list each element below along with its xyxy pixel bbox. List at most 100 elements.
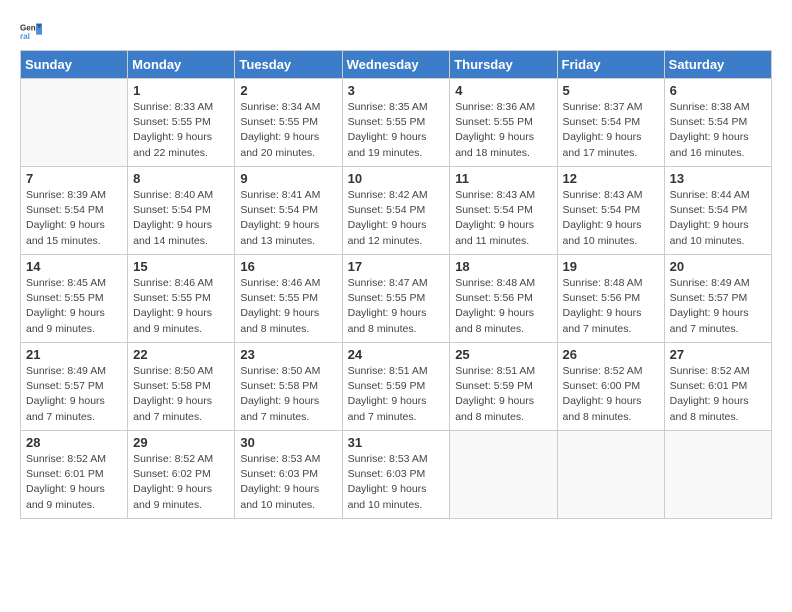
day-info: Sunrise: 8:49 AM Sunset: 5:57 PM Dayligh… xyxy=(26,364,122,425)
day-cell: 10 Sunrise: 8:42 AM Sunset: 5:54 PM Dayli… xyxy=(342,167,450,255)
day-cell: 29 Sunrise: 8:52 AM Sunset: 6:02 PM Dayli… xyxy=(128,431,235,519)
day-info: Sunrise: 8:45 AM Sunset: 5:55 PM Dayligh… xyxy=(26,276,122,337)
day-cell: 1 Sunrise: 8:33 AM Sunset: 5:55 PM Daylig… xyxy=(128,79,235,167)
day-number: 4 xyxy=(455,83,551,98)
day-cell: 27 Sunrise: 8:52 AM Sunset: 6:01 PM Dayli… xyxy=(664,343,771,431)
day-info: Sunrise: 8:51 AM Sunset: 5:59 PM Dayligh… xyxy=(348,364,445,425)
day-number: 2 xyxy=(240,83,336,98)
day-cell xyxy=(664,431,771,519)
day-info: Sunrise: 8:48 AM Sunset: 5:56 PM Dayligh… xyxy=(455,276,551,337)
column-header-thursday: Thursday xyxy=(450,51,557,79)
day-cell: 23 Sunrise: 8:50 AM Sunset: 5:58 PM Dayli… xyxy=(235,343,342,431)
day-info: Sunrise: 8:52 AM Sunset: 6:00 PM Dayligh… xyxy=(563,364,659,425)
day-cell: 13 Sunrise: 8:44 AM Sunset: 5:54 PM Dayli… xyxy=(664,167,771,255)
day-cell: 8Sunrise: 8:40 AM Sunset: 5:54 PM Daylig… xyxy=(128,167,235,255)
day-cell: 20 Sunrise: 8:49 AM Sunset: 5:57 PM Dayli… xyxy=(664,255,771,343)
day-info: Sunrise: 8:33 AM Sunset: 5:55 PM Dayligh… xyxy=(133,100,229,161)
day-number: 12 xyxy=(563,171,659,186)
day-number: 17 xyxy=(348,259,445,274)
day-number: 31 xyxy=(348,435,445,450)
day-number: 26 xyxy=(563,347,659,362)
logo: Gene ral xyxy=(20,20,44,42)
day-number: 6 xyxy=(670,83,766,98)
day-number: 9 xyxy=(240,171,336,186)
day-info: Sunrise: 8:47 AM Sunset: 5:55 PM Dayligh… xyxy=(348,276,445,337)
day-cell: 25 Sunrise: 8:51 AM Sunset: 5:59 PM Dayli… xyxy=(450,343,557,431)
day-number: 18 xyxy=(455,259,551,274)
day-number: 10 xyxy=(348,171,445,186)
week-row-5: 28 Sunrise: 8:52 AM Sunset: 6:01 PM Dayli… xyxy=(21,431,772,519)
day-number: 29 xyxy=(133,435,229,450)
day-cell: 4 Sunrise: 8:36 AM Sunset: 5:55 PM Daylig… xyxy=(450,79,557,167)
day-number: 23 xyxy=(240,347,336,362)
day-cell: 11Sunrise: 8:43 AM Sunset: 5:54 PM Dayli… xyxy=(450,167,557,255)
day-cell: 12 Sunrise: 8:43 AM Sunset: 5:54 PM Dayli… xyxy=(557,167,664,255)
day-info: Sunrise: 8:50 AM Sunset: 5:58 PM Dayligh… xyxy=(240,364,336,425)
day-info: Sunrise: 8:41 AM Sunset: 5:54 PM Dayligh… xyxy=(240,188,336,249)
svg-text:ral: ral xyxy=(20,32,30,41)
day-info: Sunrise: 8:50 AM Sunset: 5:58 PM Dayligh… xyxy=(133,364,229,425)
day-info: Sunrise: 8:52 AM Sunset: 6:01 PM Dayligh… xyxy=(26,452,122,513)
week-row-4: 21Sunrise: 8:49 AM Sunset: 5:57 PM Dayli… xyxy=(21,343,772,431)
day-info: Sunrise: 8:35 AM Sunset: 5:55 PM Dayligh… xyxy=(348,100,445,161)
day-info: Sunrise: 8:34 AM Sunset: 5:55 PM Dayligh… xyxy=(240,100,336,161)
day-cell: 5Sunrise: 8:37 AM Sunset: 5:54 PM Daylig… xyxy=(557,79,664,167)
day-cell: 21Sunrise: 8:49 AM Sunset: 5:57 PM Dayli… xyxy=(21,343,128,431)
day-number: 11 xyxy=(455,171,551,186)
day-cell: 30Sunrise: 8:53 AM Sunset: 6:03 PM Dayli… xyxy=(235,431,342,519)
day-cell: 7Sunrise: 8:39 AM Sunset: 5:54 PM Daylig… xyxy=(21,167,128,255)
day-info: Sunrise: 8:48 AM Sunset: 5:56 PM Dayligh… xyxy=(563,276,659,337)
day-cell: 26 Sunrise: 8:52 AM Sunset: 6:00 PM Dayli… xyxy=(557,343,664,431)
day-cell xyxy=(450,431,557,519)
day-number: 19 xyxy=(563,259,659,274)
day-cell: 3 Sunrise: 8:35 AM Sunset: 5:55 PM Daylig… xyxy=(342,79,450,167)
column-header-saturday: Saturday xyxy=(664,51,771,79)
day-info: Sunrise: 8:52 AM Sunset: 6:01 PM Dayligh… xyxy=(670,364,766,425)
day-cell: 22Sunrise: 8:50 AM Sunset: 5:58 PM Dayli… xyxy=(128,343,235,431)
day-cell: 9 Sunrise: 8:41 AM Sunset: 5:54 PM Daylig… xyxy=(235,167,342,255)
day-cell: 24 Sunrise: 8:51 AM Sunset: 5:59 PM Dayli… xyxy=(342,343,450,431)
day-cell: 17 Sunrise: 8:47 AM Sunset: 5:55 PM Dayli… xyxy=(342,255,450,343)
day-info: Sunrise: 8:37 AM Sunset: 5:54 PM Dayligh… xyxy=(563,100,659,161)
day-info: Sunrise: 8:51 AM Sunset: 5:59 PM Dayligh… xyxy=(455,364,551,425)
day-number: 20 xyxy=(670,259,766,274)
day-number: 28 xyxy=(26,435,122,450)
day-number: 3 xyxy=(348,83,445,98)
column-header-friday: Friday xyxy=(557,51,664,79)
day-number: 24 xyxy=(348,347,445,362)
day-number: 7 xyxy=(26,171,122,186)
day-info: Sunrise: 8:43 AM Sunset: 5:54 PM Dayligh… xyxy=(563,188,659,249)
day-cell: 16 Sunrise: 8:46 AM Sunset: 5:55 PM Dayli… xyxy=(235,255,342,343)
day-number: 16 xyxy=(240,259,336,274)
day-info: Sunrise: 8:38 AM Sunset: 5:54 PM Dayligh… xyxy=(670,100,766,161)
day-info: Sunrise: 8:46 AM Sunset: 5:55 PM Dayligh… xyxy=(240,276,336,337)
day-cell: 14 Sunrise: 8:45 AM Sunset: 5:55 PM Dayli… xyxy=(21,255,128,343)
column-header-sunday: Sunday xyxy=(21,51,128,79)
day-cell xyxy=(21,79,128,167)
day-number: 8 xyxy=(133,171,229,186)
day-number: 30 xyxy=(240,435,336,450)
day-info: Sunrise: 8:46 AM Sunset: 5:55 PM Dayligh… xyxy=(133,276,229,337)
day-info: Sunrise: 8:52 AM Sunset: 6:02 PM Dayligh… xyxy=(133,452,229,513)
day-cell: 6 Sunrise: 8:38 AM Sunset: 5:54 PM Daylig… xyxy=(664,79,771,167)
column-header-tuesday: Tuesday xyxy=(235,51,342,79)
calendar-table: SundayMondayTuesdayWednesdayThursdayFrid… xyxy=(20,50,772,519)
day-info: Sunrise: 8:36 AM Sunset: 5:55 PM Dayligh… xyxy=(455,100,551,161)
day-number: 27 xyxy=(670,347,766,362)
day-number: 14 xyxy=(26,259,122,274)
day-cell: 31Sunrise: 8:53 AM Sunset: 6:03 PM Dayli… xyxy=(342,431,450,519)
day-number: 13 xyxy=(670,171,766,186)
day-number: 1 xyxy=(133,83,229,98)
day-number: 25 xyxy=(455,347,551,362)
day-cell: 2 Sunrise: 8:34 AM Sunset: 5:55 PM Daylig… xyxy=(235,79,342,167)
day-cell: 28 Sunrise: 8:52 AM Sunset: 6:01 PM Dayli… xyxy=(21,431,128,519)
header: Gene ral xyxy=(20,20,772,42)
week-row-2: 7Sunrise: 8:39 AM Sunset: 5:54 PM Daylig… xyxy=(21,167,772,255)
day-info: Sunrise: 8:42 AM Sunset: 5:54 PM Dayligh… xyxy=(348,188,445,249)
day-info: Sunrise: 8:44 AM Sunset: 5:54 PM Dayligh… xyxy=(670,188,766,249)
column-header-monday: Monday xyxy=(128,51,235,79)
week-row-1: 1 Sunrise: 8:33 AM Sunset: 5:55 PM Daylig… xyxy=(21,79,772,167)
week-row-3: 14 Sunrise: 8:45 AM Sunset: 5:55 PM Dayli… xyxy=(21,255,772,343)
column-header-wednesday: Wednesday xyxy=(342,51,450,79)
day-info: Sunrise: 8:49 AM Sunset: 5:57 PM Dayligh… xyxy=(670,276,766,337)
